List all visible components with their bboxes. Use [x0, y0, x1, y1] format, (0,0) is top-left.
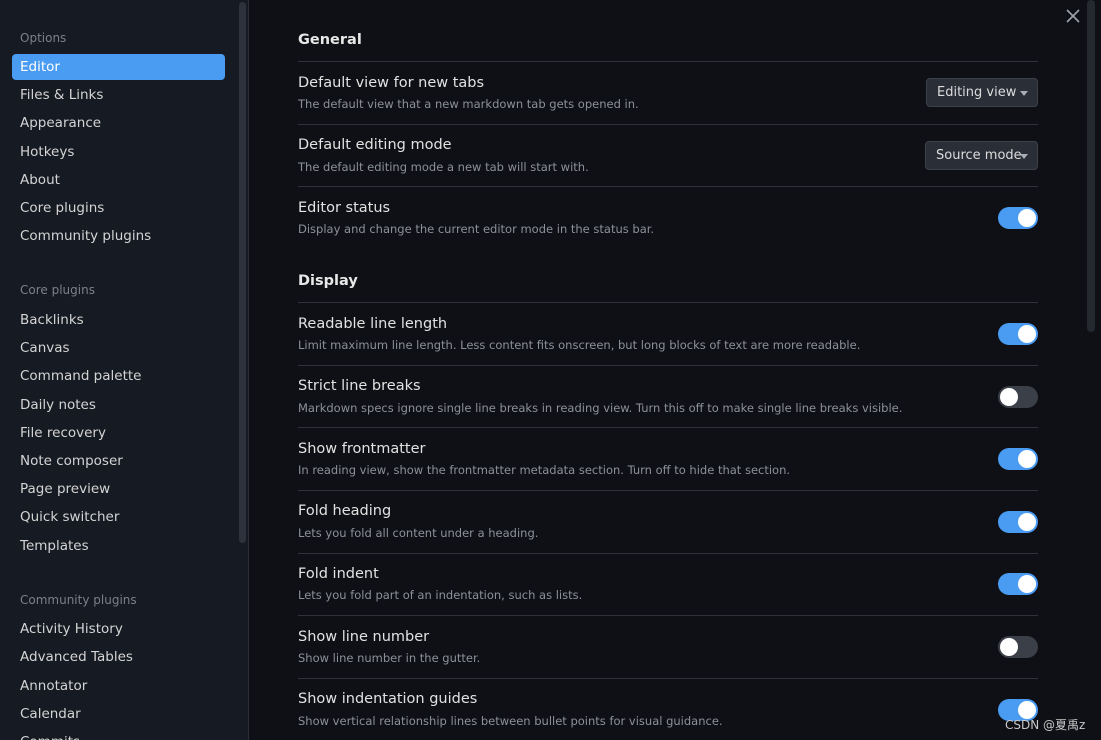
settings-sidebar: Options Editor Files & Links Appearance …	[0, 0, 249, 740]
sidebar-item-calendar[interactable]: Calendar	[12, 701, 225, 727]
setting-fold-indent-name: Fold indent	[298, 566, 379, 582]
toggle-knob	[1018, 450, 1036, 468]
options-heading: Options	[20, 31, 67, 45]
sidebar-scrollbar[interactable]	[239, 2, 246, 543]
watermark: CSDN @夏禹z	[1005, 718, 1086, 732]
divider	[298, 365, 1038, 366]
sidebar-item-commits[interactable]: Commits	[12, 729, 225, 740]
sidebar-item-quick-switcher[interactable]: Quick switcher	[12, 504, 225, 530]
section-general-title: General	[298, 32, 362, 48]
setting-fold-heading-name: Fold heading	[298, 503, 392, 519]
divider	[298, 61, 1038, 62]
setting-fold-heading-desc: Lets you fold all content under a headin…	[298, 526, 539, 540]
community-plugins-heading: Community plugins	[20, 593, 137, 607]
fold-indent-toggle[interactable]	[998, 573, 1038, 595]
default-view-dropdown[interactable]: Editing view	[926, 78, 1038, 107]
sidebar-item-hotkeys[interactable]: Hotkeys	[12, 139, 225, 165]
chevron-down-icon	[1020, 154, 1028, 159]
sidebar-item-file-recovery[interactable]: File recovery	[12, 420, 225, 446]
setting-show-indentation-guides-desc: Show vertical relationship lines between…	[298, 714, 723, 728]
toggle-knob	[1018, 325, 1036, 343]
fold-heading-toggle[interactable]	[998, 511, 1038, 533]
content-scrollbar[interactable]	[1087, 0, 1095, 332]
sidebar-item-community-plugins[interactable]: Community plugins	[12, 223, 225, 249]
sidebar-item-about[interactable]: About	[12, 167, 225, 193]
setting-show-indentation-guides-name: Show indentation guides	[298, 691, 478, 707]
setting-editor-status-name: Editor status	[298, 200, 391, 216]
show-line-number-toggle[interactable]	[998, 636, 1038, 658]
divider	[298, 302, 1038, 303]
default-view-value: Editing view	[937, 85, 1017, 100]
editor-status-toggle[interactable]	[998, 207, 1038, 229]
sidebar-item-backlinks[interactable]: Backlinks	[12, 307, 225, 333]
setting-readable-line-length-desc: Limit maximum line length. Less content …	[298, 338, 861, 352]
sidebar-item-daily-notes[interactable]: Daily notes	[12, 392, 225, 418]
show-frontmatter-toggle[interactable]	[998, 448, 1038, 470]
setting-default-view-desc: The default view that a new markdown tab…	[298, 97, 639, 111]
setting-show-frontmatter-name: Show frontmatter	[298, 441, 426, 457]
divider	[298, 490, 1038, 491]
sidebar-item-templates[interactable]: Templates	[12, 533, 225, 559]
toggle-knob	[1018, 575, 1036, 593]
close-icon[interactable]	[1064, 9, 1082, 27]
sidebar-item-command-palette[interactable]: Command palette	[12, 363, 225, 389]
sidebar-item-canvas[interactable]: Canvas	[12, 335, 225, 361]
sidebar-item-activity-history[interactable]: Activity History	[12, 616, 225, 642]
setting-show-frontmatter-desc: In reading view, show the frontmatter me…	[298, 463, 791, 477]
divider	[298, 124, 1038, 125]
divider	[298, 678, 1038, 679]
toggle-knob	[1018, 513, 1036, 531]
toggle-knob	[1000, 388, 1018, 406]
sidebar-item-note-composer[interactable]: Note composer	[12, 448, 225, 474]
toggle-knob	[1000, 638, 1018, 656]
setting-default-view-name: Default view for new tabs	[298, 75, 485, 91]
default-editing-mode-dropdown[interactable]: Source mode	[925, 141, 1038, 170]
setting-editor-status-desc: Display and change the current editor mo…	[298, 222, 655, 236]
setting-default-editing-mode-name: Default editing mode	[298, 137, 452, 153]
sidebar-item-editor[interactable]: Editor	[12, 54, 225, 80]
sidebar-item-core-plugins[interactable]: Core plugins	[12, 195, 225, 221]
readable-line-length-toggle[interactable]	[998, 323, 1038, 345]
divider	[298, 186, 1038, 187]
divider	[298, 427, 1038, 428]
sidebar-item-files-links[interactable]: Files & Links	[12, 82, 225, 108]
divider	[298, 615, 1038, 616]
section-display-title: Display	[298, 273, 358, 289]
setting-strict-line-breaks-name: Strict line breaks	[298, 378, 421, 394]
strict-line-breaks-toggle[interactable]	[998, 386, 1038, 408]
setting-fold-indent-desc: Lets you fold part of an indentation, su…	[298, 588, 583, 602]
core-plugins-heading: Core plugins	[20, 283, 95, 297]
sidebar-item-advanced-tables[interactable]: Advanced Tables	[12, 644, 225, 670]
toggle-knob	[1018, 209, 1036, 227]
sidebar-item-page-preview[interactable]: Page preview	[12, 476, 225, 502]
sidebar-item-annotator[interactable]: Annotator	[12, 673, 225, 699]
sidebar-item-appearance[interactable]: Appearance	[12, 110, 225, 136]
setting-default-editing-mode-desc: The default editing mode a new tab will …	[298, 160, 589, 174]
divider	[298, 553, 1038, 554]
setting-show-line-number-desc: Show line number in the gutter.	[298, 651, 481, 665]
default-editing-mode-value: Source mode	[936, 148, 1022, 163]
setting-readable-line-length-name: Readable line length	[298, 316, 448, 332]
chevron-down-icon	[1020, 91, 1028, 96]
setting-strict-line-breaks-desc: Markdown specs ignore single line breaks…	[298, 401, 903, 415]
setting-show-line-number-name: Show line number	[298, 629, 430, 645]
close-glyph	[1066, 9, 1080, 23]
